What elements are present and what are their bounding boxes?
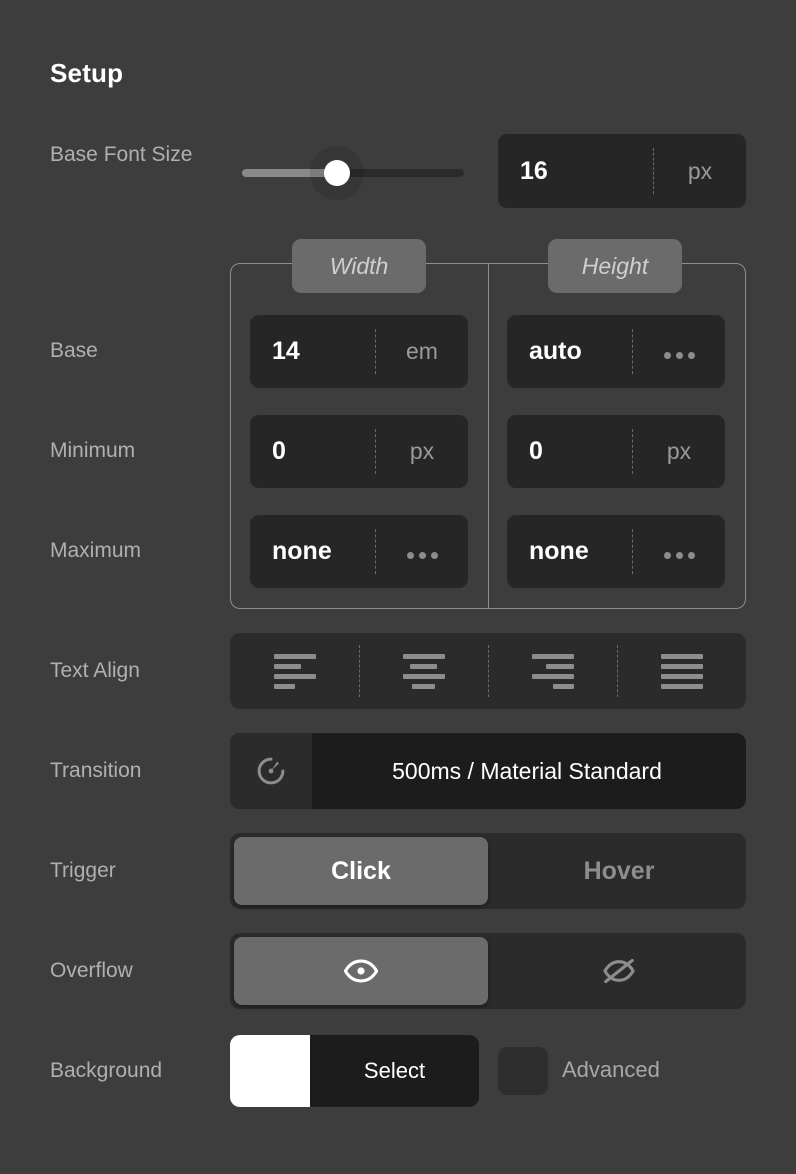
row-label-text-align: Text Align [50, 659, 140, 682]
background-select-label[interactable]: Select [310, 1058, 479, 1084]
base-font-size-value[interactable]: 16 [498, 157, 653, 186]
minimum-height-field[interactable]: 0 px [507, 415, 725, 488]
base-width-unit[interactable]: em [376, 338, 468, 365]
overflow-option-hidden[interactable] [492, 933, 746, 1009]
base-height-field[interactable]: auto [507, 315, 725, 388]
minimum-width-value[interactable]: 0 [250, 437, 375, 466]
row-label-transition: Transition [50, 759, 142, 782]
text-align-left-option[interactable] [230, 633, 359, 709]
transition-control[interactable]: 500ms / Material Standard [230, 733, 746, 809]
eye-icon [343, 959, 379, 983]
align-left-icon [273, 653, 316, 689]
advanced-label: Advanced [562, 1057, 660, 1082]
maximum-height-value[interactable]: none [507, 537, 632, 566]
minimum-height-value[interactable]: 0 [507, 437, 632, 466]
trigger-option-click[interactable]: Click [234, 837, 488, 905]
base-width-field[interactable]: 14 em [250, 315, 468, 388]
transition-icon-button[interactable] [230, 733, 312, 809]
maximum-height-field[interactable]: none [507, 515, 725, 588]
slider-knob[interactable] [324, 160, 350, 186]
text-align-center-option[interactable] [359, 633, 488, 709]
trigger-group: Click Hover [230, 833, 746, 909]
tab-height[interactable]: Height [548, 239, 682, 293]
row-label-maximum: Maximum [50, 539, 142, 562]
text-align-right-option[interactable] [488, 633, 617, 709]
overflow-group [230, 933, 746, 1009]
transition-value[interactable]: 500ms / Material Standard [312, 758, 746, 785]
base-width-value[interactable]: 14 [250, 337, 375, 366]
row-label-background: Background [50, 1059, 163, 1082]
more-options-icon[interactable] [663, 352, 695, 359]
row-label-base-font-size: Base Font Size [50, 143, 193, 166]
base-font-size-unit[interactable]: px [654, 158, 746, 185]
overflow-option-visible[interactable] [234, 937, 488, 1005]
text-align-group [230, 633, 746, 709]
fieldset-column-divider [488, 264, 489, 608]
row-label-base: Base [50, 339, 98, 362]
trigger-option-hover[interactable]: Hover [492, 833, 746, 909]
base-font-size-slider[interactable] [242, 146, 464, 200]
row-label-minimum: Minimum [50, 439, 136, 462]
maximum-width-unit-more[interactable] [376, 538, 468, 565]
align-right-icon [531, 653, 574, 689]
advanced-checkbox[interactable] [498, 1047, 548, 1095]
text-align-justify-option[interactable] [617, 633, 746, 709]
background-color-swatch[interactable] [230, 1035, 310, 1107]
align-center-icon [402, 653, 445, 689]
row-label-overflow: Overflow [50, 959, 133, 982]
minimum-width-field[interactable]: 0 px [250, 415, 468, 488]
minimum-height-unit[interactable]: px [633, 438, 725, 465]
base-height-value[interactable]: auto [507, 337, 632, 366]
maximum-width-value[interactable]: none [250, 537, 375, 566]
maximum-width-field[interactable]: none [250, 515, 468, 588]
more-options-icon[interactable] [406, 552, 438, 559]
row-label-trigger: Trigger [50, 859, 116, 882]
background-select-button[interactable]: Select [230, 1035, 479, 1107]
align-justify-icon [660, 653, 703, 689]
base-height-unit-more[interactable] [633, 338, 725, 365]
minimum-width-unit[interactable]: px [376, 438, 468, 465]
more-options-icon[interactable] [663, 552, 695, 559]
maximum-height-unit-more[interactable] [633, 538, 725, 565]
page-title: Setup [50, 58, 124, 88]
eye-off-icon [603, 958, 635, 984]
base-font-size-field[interactable]: 16 px [498, 134, 746, 208]
stopwatch-icon [257, 757, 285, 785]
setup-panel: Setup Base Font Size 16 px Width Height … [0, 0, 796, 1174]
tab-width[interactable]: Width [292, 239, 426, 293]
